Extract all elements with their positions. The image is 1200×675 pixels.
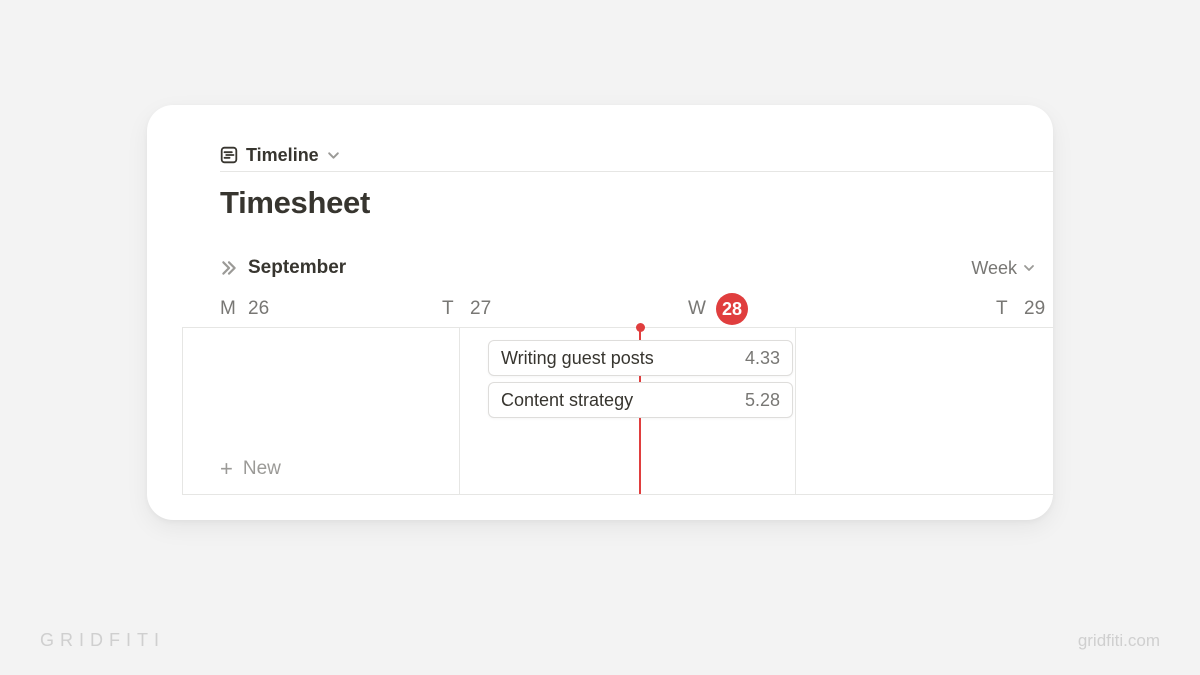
view-underline [220, 171, 1053, 172]
brand-url: gridfiti.com [1078, 631, 1160, 651]
gridline [459, 328, 460, 494]
plus-icon: + [220, 458, 233, 480]
month-label: September [248, 257, 346, 279]
task-title: Content strategy [501, 390, 633, 411]
today-badge: 28 [716, 293, 748, 325]
today-dot [636, 323, 645, 332]
new-item-button[interactable]: + New [220, 458, 281, 480]
page-footer: GRIDFITI gridfiti.com [40, 630, 1160, 651]
day-header: T 27 [442, 291, 491, 327]
view-selector[interactable]: Timeline [220, 145, 340, 166]
day-header-row: M 26 T 27 W 28 T 29 [220, 291, 1053, 327]
timeline-item[interactable]: Writing guest posts 4.33 [488, 340, 793, 376]
page-title[interactable]: Timesheet [220, 185, 370, 221]
brand-wordmark: GRIDFITI [40, 630, 165, 651]
chevron-double-right-icon [220, 259, 238, 277]
task-hours: 4.33 [745, 348, 780, 369]
timeline-body: Writing guest posts 4.33 Content strateg… [182, 327, 1053, 495]
view-label: Timeline [246, 145, 319, 166]
gridline [795, 328, 796, 494]
app-card: Timeline Timesheet September Week [147, 105, 1053, 520]
zoom-selector[interactable]: Week [971, 258, 1053, 279]
chevron-down-icon [1023, 262, 1035, 274]
day-header-today: W 28 [688, 291, 748, 327]
task-hours: 5.28 [745, 390, 780, 411]
timeline-header: September Week M 26 T 27 W 28 [220, 253, 1053, 327]
month-nav[interactable]: September [220, 257, 346, 279]
day-header: M 26 [220, 291, 269, 327]
zoom-label: Week [971, 258, 1017, 279]
new-label: New [243, 458, 281, 480]
task-title: Writing guest posts [501, 348, 654, 369]
view-tabs: Timeline [220, 138, 1053, 172]
timeline-item[interactable]: Content strategy 5.28 [488, 382, 793, 418]
day-header: T 29 [996, 291, 1045, 327]
timeline-icon [220, 146, 238, 164]
gridline [182, 328, 183, 494]
chevron-down-icon [327, 149, 340, 162]
